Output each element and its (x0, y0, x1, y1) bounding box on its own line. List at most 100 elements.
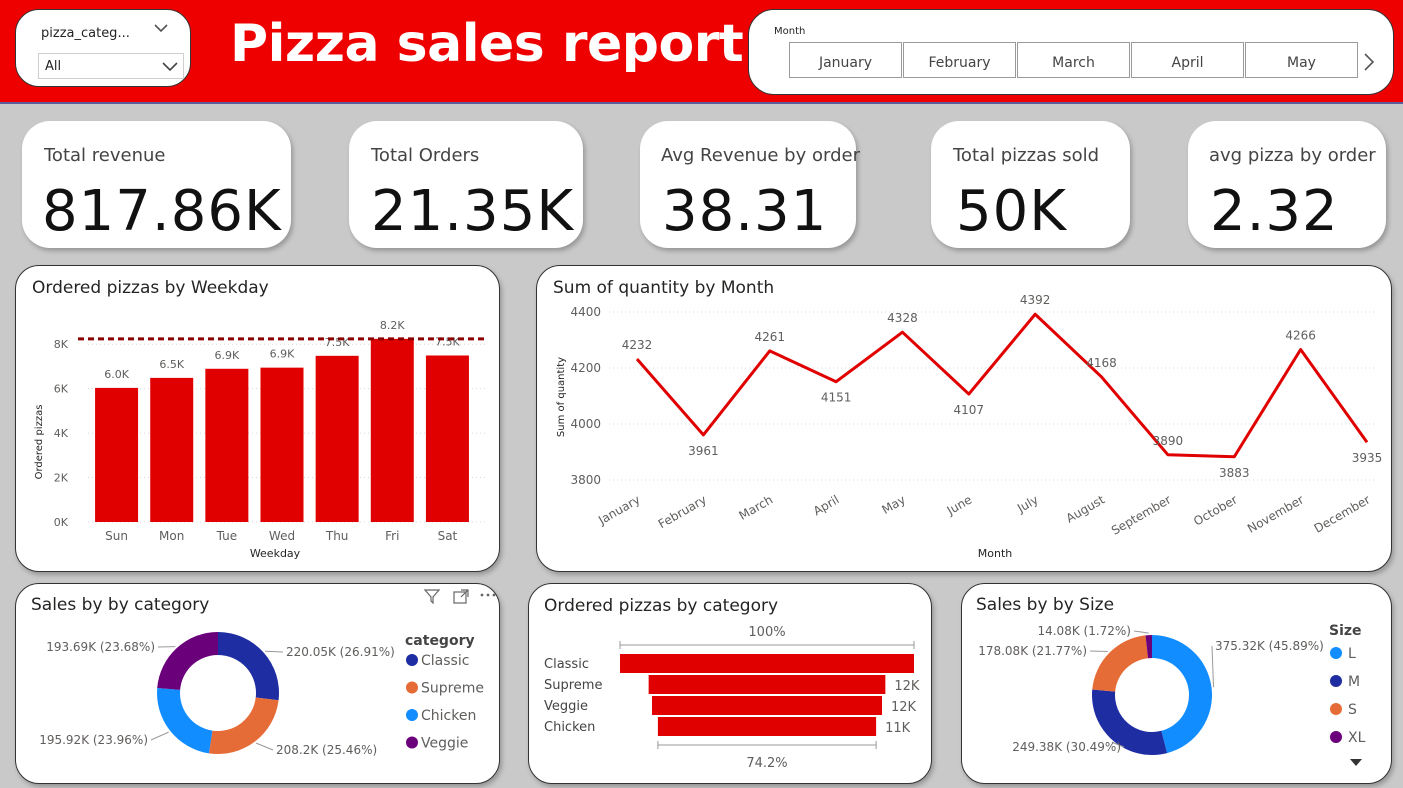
donut-slice (218, 632, 279, 701)
data-label: 6.5K (159, 358, 184, 371)
y-tick-label: 6K (54, 383, 69, 396)
kpi-label: Total revenue (44, 145, 166, 166)
donut-slice (157, 632, 218, 690)
legend-marker (406, 681, 418, 694)
bar (370, 338, 414, 522)
legend-marker (406, 709, 418, 721)
x-tick-label: March (737, 492, 776, 522)
category-label: Supreme (544, 678, 602, 693)
kpi-value: 21.35K (371, 179, 575, 244)
y-tick-label: 3800 (570, 473, 601, 487)
leader-line (1089, 650, 1108, 653)
x-axis-title: Month (978, 547, 1013, 560)
legend-title: category (405, 633, 475, 649)
data-label: 3935 (1352, 451, 1383, 465)
category-label: Classic (544, 657, 589, 672)
x-axis-title: Weekday (250, 547, 301, 560)
data-label: 12K (891, 700, 917, 715)
legend-marker (406, 654, 418, 666)
weekday-bar-chart: 0K2K4K6K8K6.0KSun6.5KMon6.9KTue6.9KWed7.… (34, 319, 486, 560)
data-label: 4151 (821, 391, 852, 405)
category-funnel-visual[interactable]: Ordered pizzas by category 100% Classic Su… (528, 583, 932, 784)
size-donut-chart: 375.32K (45.89%) 249.38K (30.49%) 178.08K … (978, 623, 1366, 766)
bar (95, 387, 139, 522)
y-tick-label: 4400 (570, 305, 601, 319)
page-title: Pizza sales report (230, 14, 744, 74)
x-tick-label: June (944, 492, 975, 518)
x-tick-label: July (1014, 492, 1041, 515)
legend-marker (1330, 647, 1342, 659)
data-label: 4261 (754, 330, 785, 344)
bar (425, 355, 469, 522)
legend-label: Chicken (421, 708, 476, 724)
y-tick-label: 4000 (570, 417, 601, 431)
legend-label: XL (1348, 730, 1366, 746)
data-label: 12K (894, 679, 920, 694)
leader-line (1133, 630, 1149, 634)
leader-line (265, 650, 284, 653)
chevron-down-icon[interactable] (161, 60, 179, 74)
data-label: 375.32K (45.89%) (1215, 639, 1324, 653)
category-slicer-title: pizza_categ... (41, 26, 130, 41)
y-axis-title: Ordered pizzas (34, 405, 45, 480)
x-tick-label: May (879, 492, 907, 517)
category-donut-visual[interactable]: Sales by by category 220.05K (26.91%) 208… (15, 583, 500, 784)
data-label: 208.2K (25.46%) (276, 743, 377, 757)
size-donut-visual[interactable]: Sales by by Size 375.32K (45.89%) 249.38K… (961, 583, 1392, 784)
donut-slice (157, 687, 213, 754)
category-slicer[interactable]: pizza_categ... All (15, 9, 191, 87)
series-line (635, 312, 1369, 459)
legend-marker (406, 736, 418, 749)
y-tick-label: 0K (54, 516, 69, 529)
legend-label: Classic (421, 653, 469, 669)
chevron-down-icon[interactable] (154, 23, 168, 33)
month-tile-february[interactable]: February (903, 42, 1016, 78)
month-tile-april[interactable]: April (1131, 42, 1244, 78)
kpi-card-total-pizzas: Total pizzas sold 50K (931, 121, 1130, 248)
data-label: 3890 (1153, 434, 1184, 448)
month-tile-january[interactable]: January (789, 42, 902, 78)
data-label: 6.9K (214, 349, 239, 362)
chevron-right-icon[interactable] (1363, 53, 1375, 71)
kpi-card-total-revenue: Total revenue 817.86K (22, 121, 291, 248)
month-tile-may[interactable]: May (1245, 42, 1358, 78)
category-label: Chicken (544, 720, 595, 735)
y-axis-title: Sum of quantity (556, 357, 567, 437)
kpi-value: 2.32 (1210, 179, 1339, 244)
x-tick-label: Mon (159, 529, 184, 543)
kpi-card-avg-pizza: avg pizza by order 2.32 (1188, 121, 1386, 248)
donut-slice (1092, 635, 1149, 692)
x-tick-label: August (1064, 492, 1108, 525)
kpi-card-avg-revenue: Avg Revenue by order 38.31 (640, 121, 860, 248)
x-tick-label: December (1312, 492, 1373, 535)
data-label: 3961 (688, 444, 719, 458)
kpi-card-total-orders: Total Orders 21.35K (349, 121, 583, 248)
funnel-bottom-label: 74.2% (746, 756, 787, 771)
data-label: 11K (885, 721, 911, 736)
month-line-visual[interactable]: Sum of quantity by Month 3800 4000 4200 440… (536, 265, 1392, 572)
month-tile-march[interactable]: March (1017, 42, 1130, 78)
weekday-bar-visual[interactable]: Ordered pizzas by Weekday 0K 2K 4K 6K 8K 6.0K… (15, 265, 500, 572)
category-dropdown[interactable]: All (38, 53, 184, 79)
kpi-value: 38.31 (662, 179, 828, 244)
x-tick-label: Thu (325, 529, 349, 543)
category-label: Veggie (544, 699, 588, 714)
x-tick-label: September (1109, 492, 1173, 537)
funnel-bar (657, 717, 877, 736)
bar (205, 368, 249, 522)
y-tick-label: 4K (54, 427, 69, 440)
data-label: 8.2K (380, 319, 405, 332)
kpi-label: Total pizzas sold (953, 145, 1100, 166)
kpi-label: avg pizza by order (1209, 145, 1376, 166)
kpi-value: 50K (956, 179, 1067, 244)
x-tick-label: January (595, 492, 642, 527)
month-slicer[interactable]: Month January February March April May (748, 9, 1394, 95)
funnel-top-label: 100% (748, 625, 785, 640)
data-label: 220.05K (26.91%) (286, 645, 395, 659)
x-tick-label: Tue (216, 529, 238, 543)
data-label: 4392 (1020, 293, 1051, 307)
legend-label: S (1348, 702, 1357, 718)
legend-scroll-down-icon (1350, 759, 1362, 766)
legend-label: L (1348, 646, 1356, 662)
header-banner: pizza_categ... All Pizza sales report Mo… (0, 0, 1403, 104)
